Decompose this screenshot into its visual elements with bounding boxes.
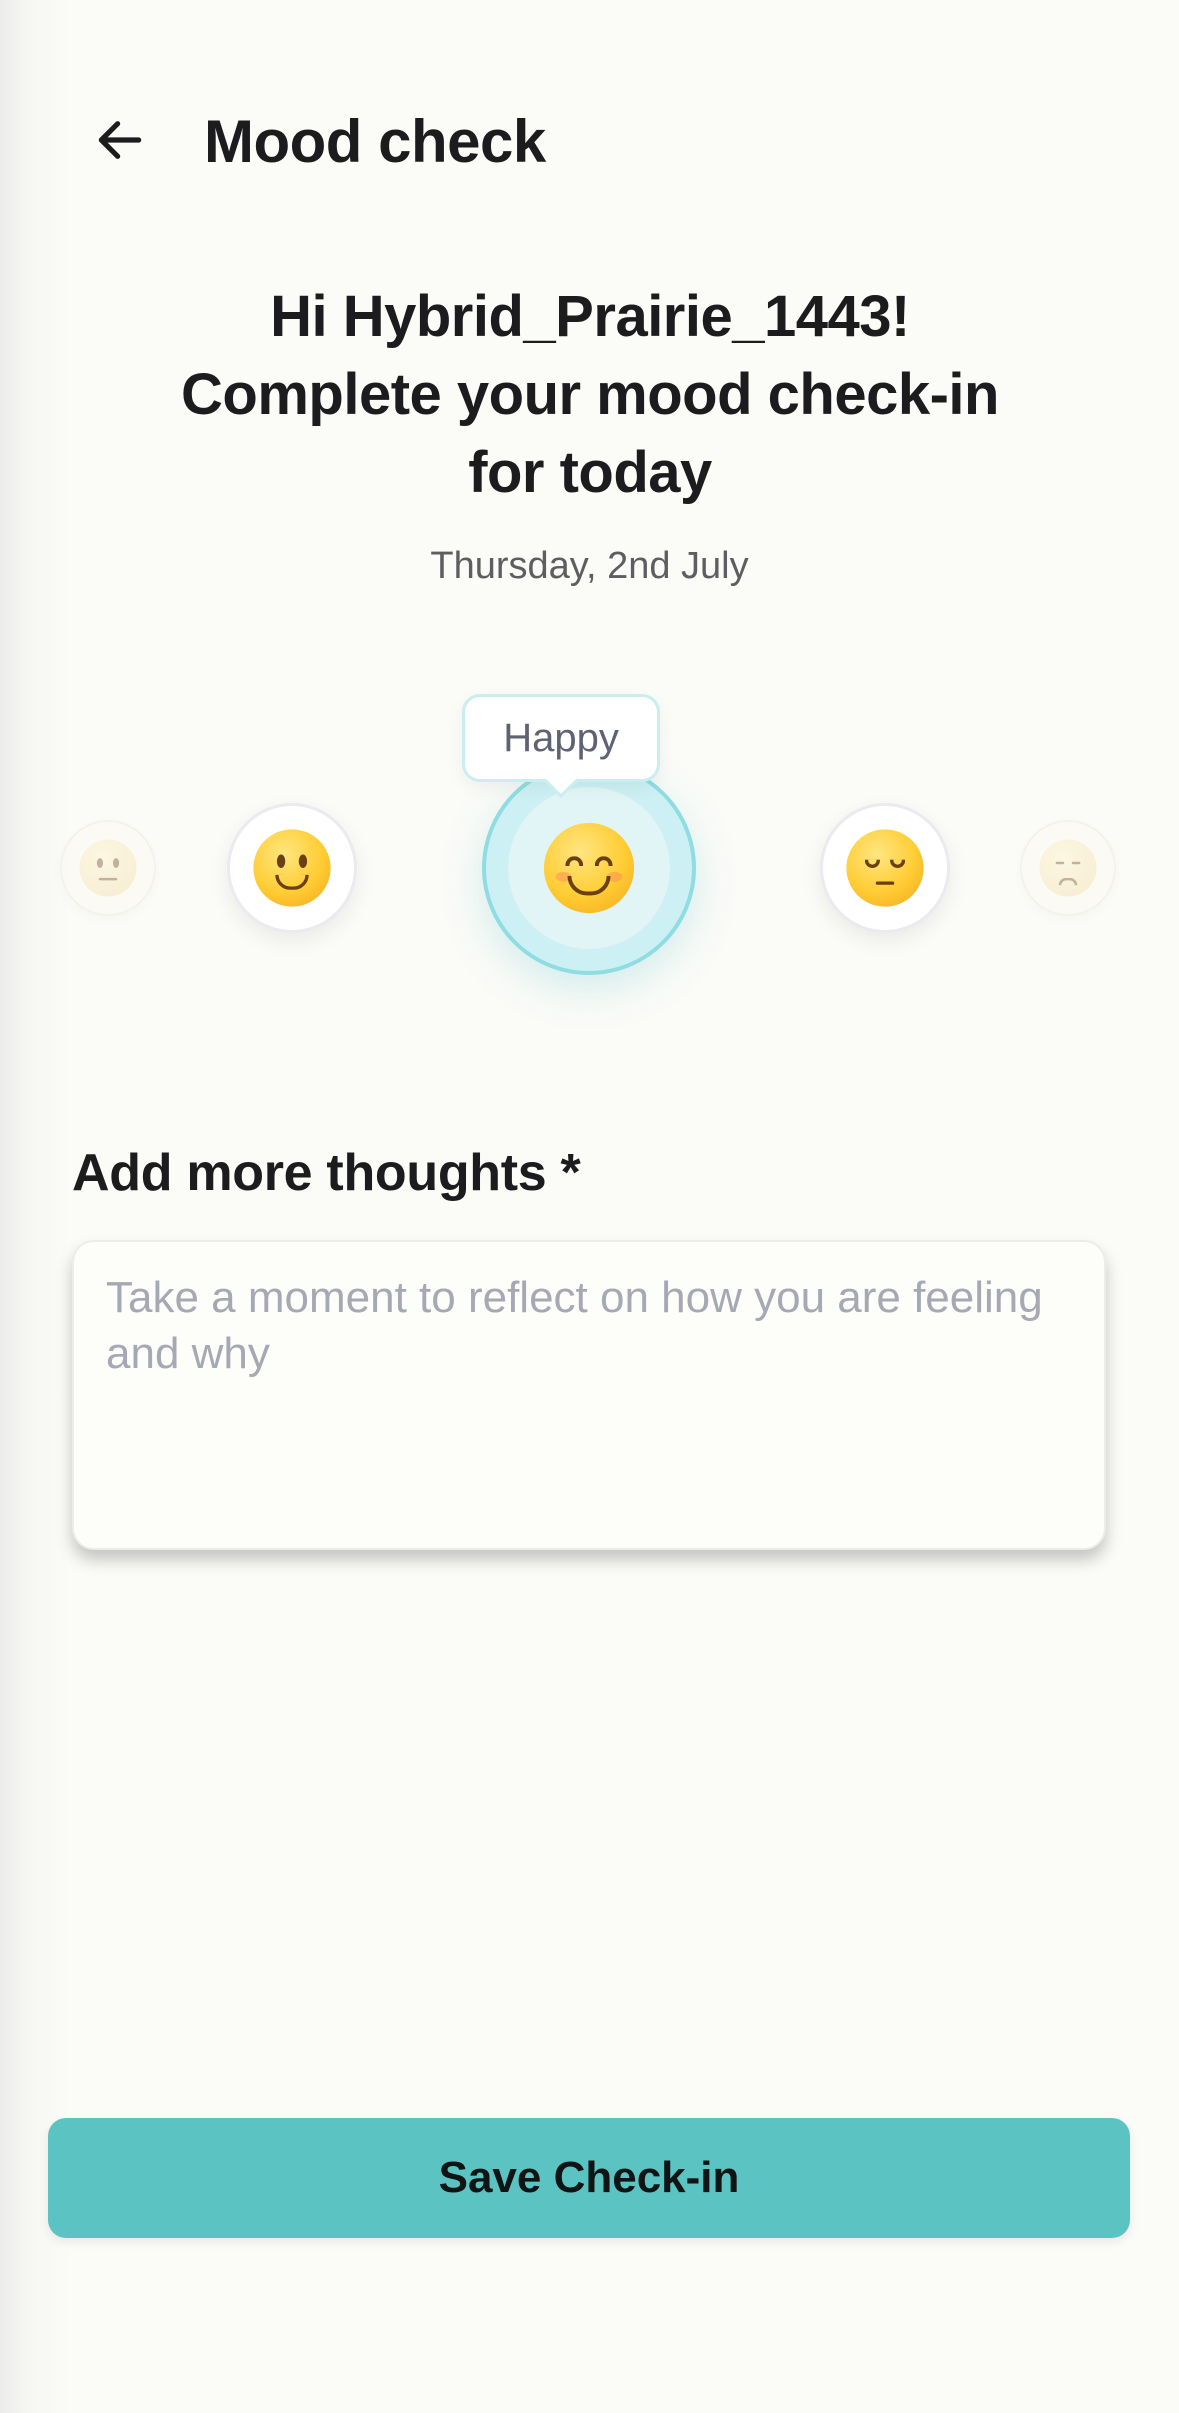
mood-option-disappointed[interactable]	[1020, 820, 1116, 916]
thoughts-field[interactable]	[72, 1240, 1106, 1550]
disappointed-face-icon	[1039, 839, 1097, 897]
back-button[interactable]	[84, 104, 156, 176]
slightly-smiling-face-icon	[253, 829, 331, 907]
arrow-left-icon	[98, 121, 142, 159]
smiling-face-icon	[543, 822, 635, 914]
date-label: Thursday, 2nd July	[430, 545, 749, 587]
mood-option-slightly-smiling[interactable]	[227, 803, 357, 933]
greeting-heading: Hi Hybrid_Prairie_1443! Complete your mo…	[181, 284, 999, 505]
page-title: Mood check	[204, 108, 546, 175]
selected-mood-tooltip: Happy	[462, 694, 660, 782]
neutral-face-icon	[79, 839, 137, 897]
mood-check-screen: Mood check Hi Hybrid_Prairie_1443! Compl…	[0, 0, 1179, 2413]
pensive-face-icon	[846, 829, 924, 907]
save-check-in-button[interactable]: Save Check-in	[48, 2118, 1130, 2238]
thoughts-textarea[interactable]	[74, 1242, 1104, 1548]
mood-option-pensive[interactable]	[820, 803, 950, 933]
thoughts-label: Add more thoughts *	[72, 1144, 581, 1202]
mood-option-happy[interactable]	[482, 761, 696, 975]
mood-option-neutral[interactable]	[60, 820, 156, 916]
